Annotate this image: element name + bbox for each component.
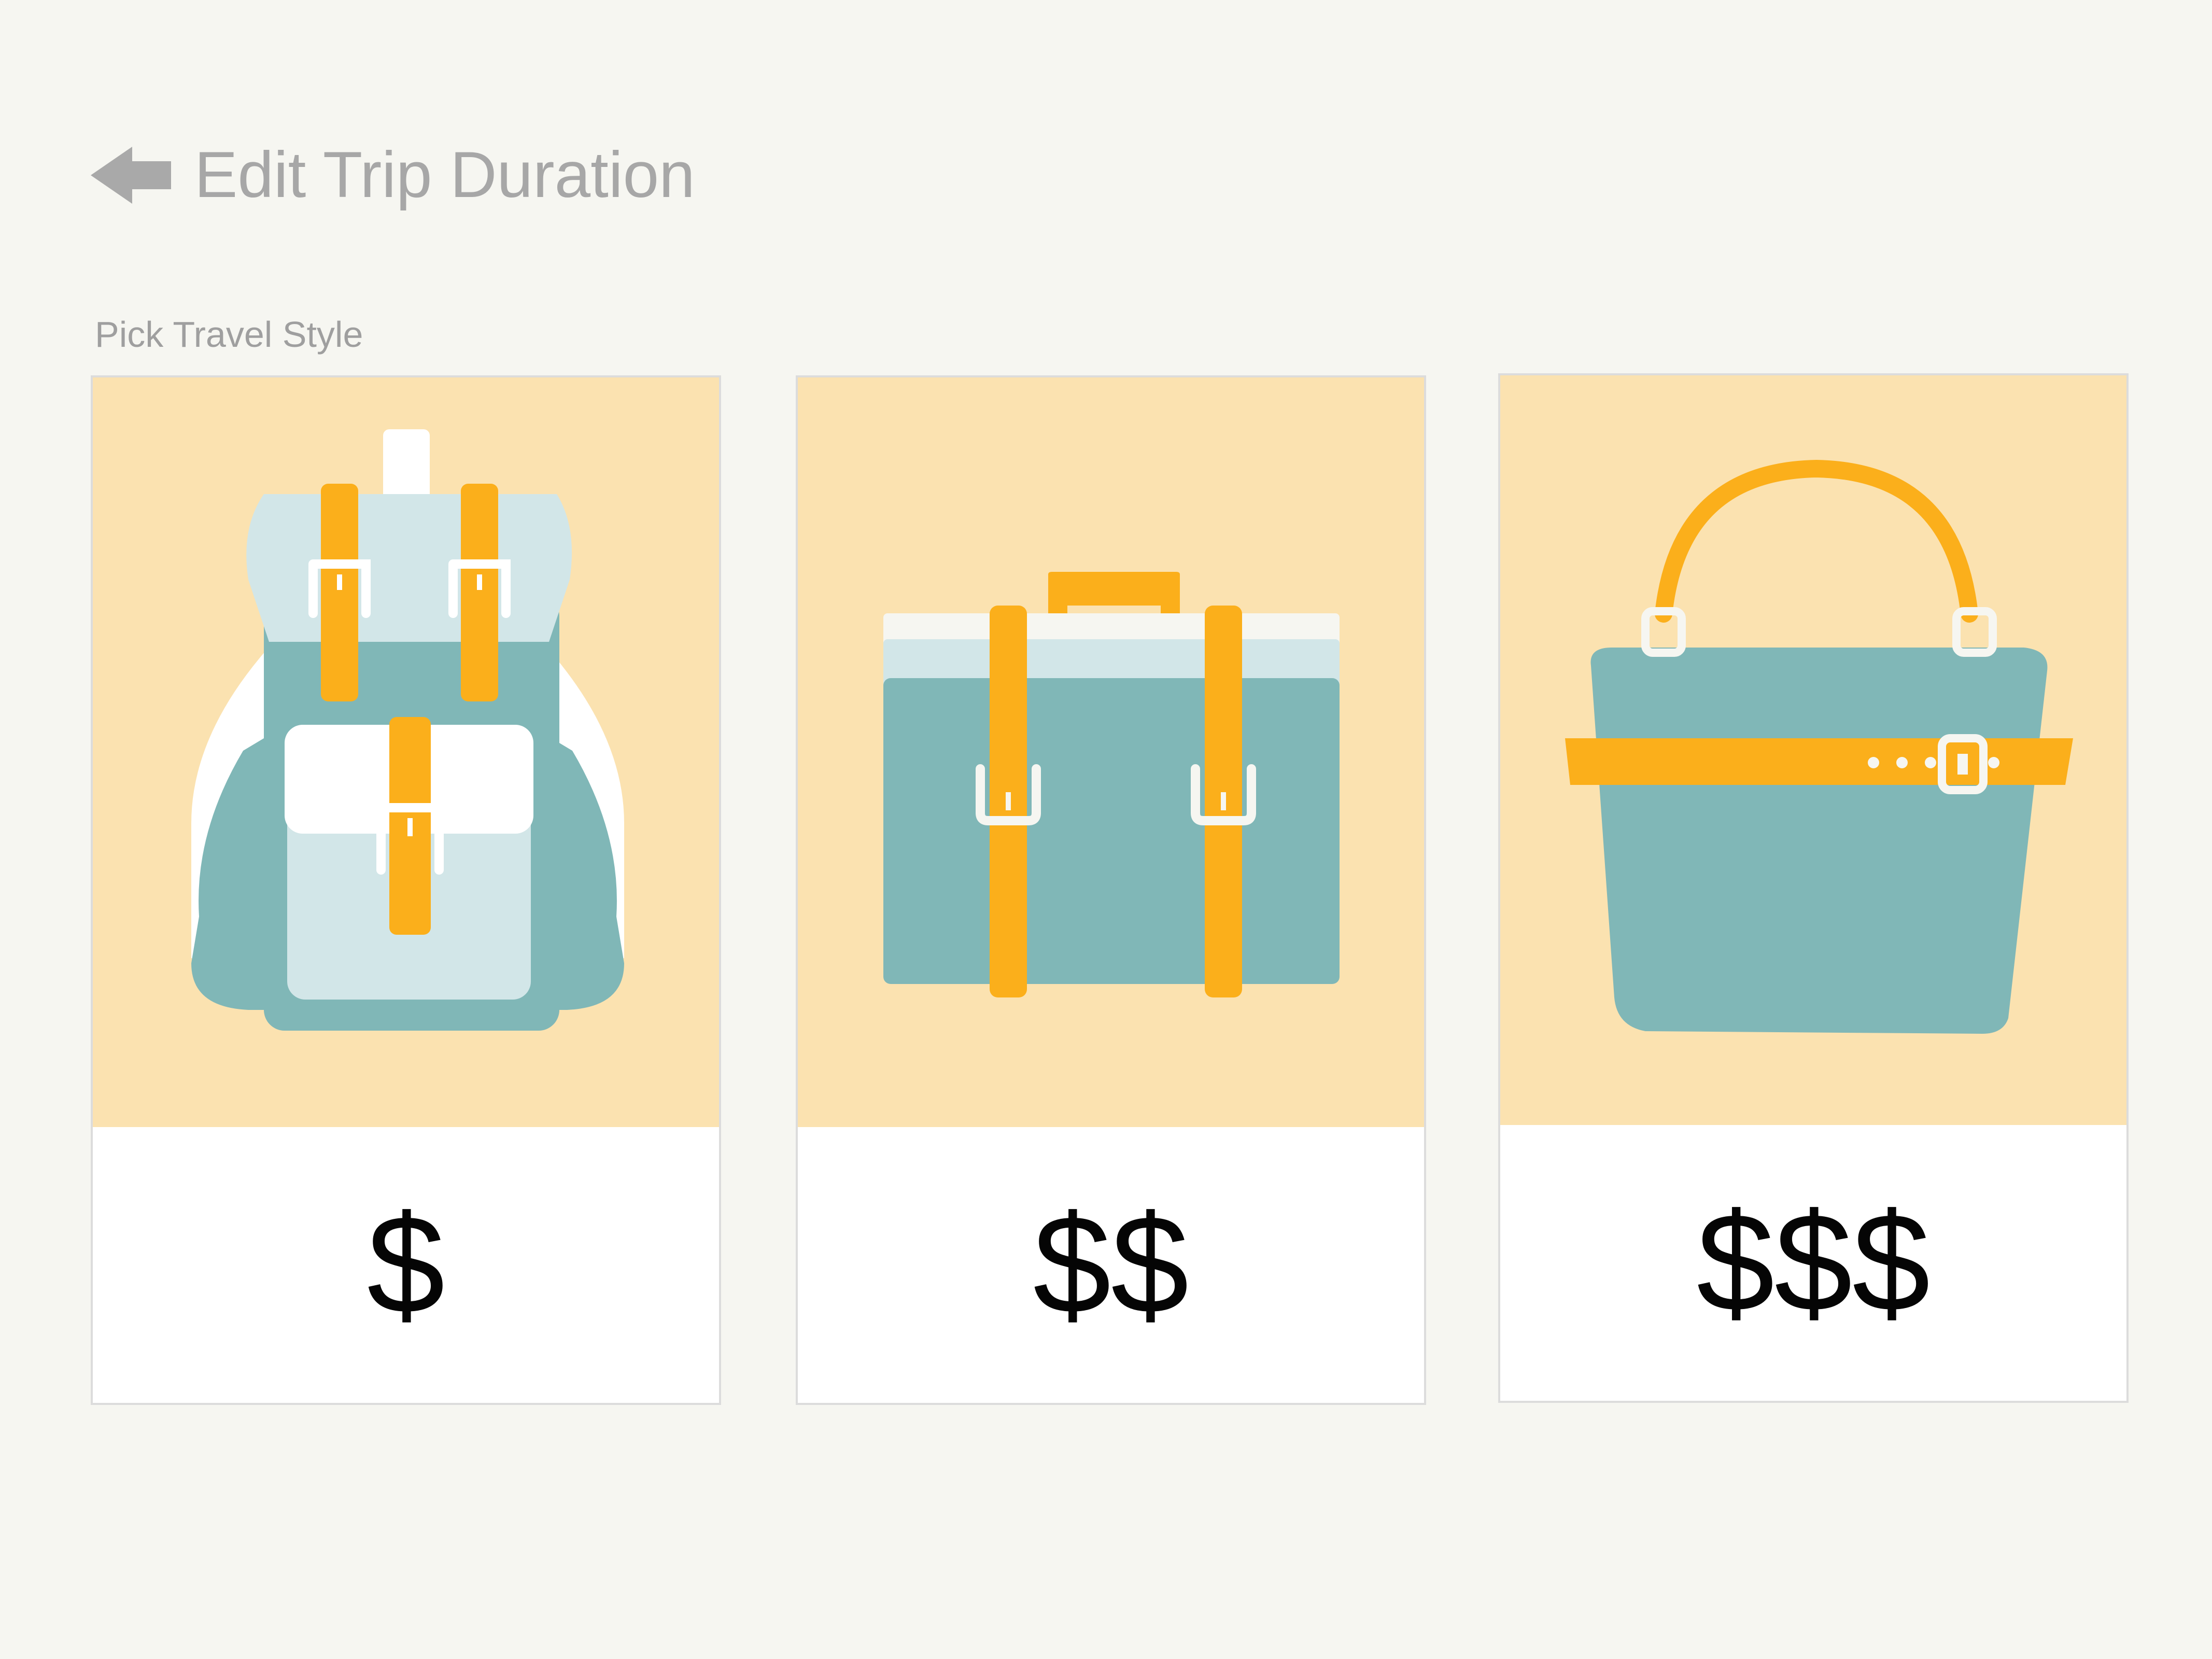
card-illustration: [1500, 375, 2126, 1125]
card-illustration: [798, 377, 1424, 1127]
back-button[interactable]: Edit Trip Duration: [91, 132, 695, 218]
backpack-icon: [191, 429, 624, 1031]
suitcase-icon: [883, 572, 1340, 997]
travel-style-card-mid[interactable]: $$: [796, 375, 1426, 1405]
left-arrow-icon: [91, 146, 171, 204]
handbag-icon: [1565, 459, 2073, 1034]
section-title: Pick Travel Style: [95, 314, 363, 355]
travel-style-card-budget[interactable]: $: [91, 375, 721, 1405]
back-button-label: Edit Trip Duration: [194, 139, 695, 211]
price-tier-label: $: [367, 1187, 445, 1343]
travel-style-card-premium[interactable]: $$$: [1498, 373, 2129, 1403]
card-illustration: [93, 377, 719, 1127]
price-tier-label: $$: [1033, 1187, 1189, 1343]
price-tier-label: $$$: [1696, 1185, 1931, 1341]
